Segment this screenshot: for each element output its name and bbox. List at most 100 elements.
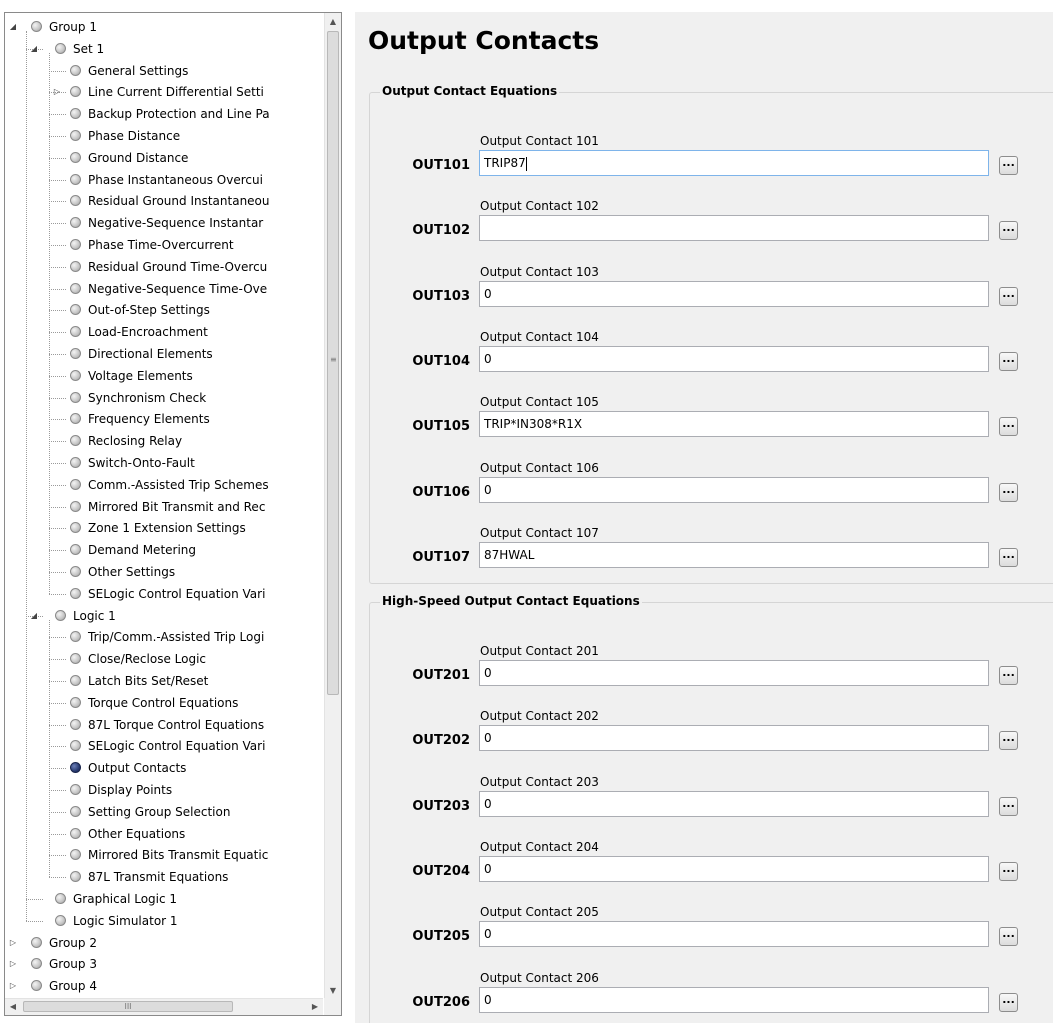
tree-node[interactable]: Negative-Sequence Instantar bbox=[70, 212, 305, 234]
browse-button[interactable]: ... bbox=[999, 796, 1018, 816]
tree-node[interactable]: Zone 1 Extension Settings bbox=[70, 517, 305, 539]
expand-triangle-icon[interactable]: ▷ bbox=[8, 975, 18, 997]
tree-node[interactable]: Ground Distance bbox=[70, 147, 305, 169]
browse-button[interactable]: ... bbox=[999, 927, 1018, 947]
tree-node[interactable]: Load-Encroachment bbox=[70, 321, 305, 343]
tree-node[interactable]: Residual Ground Time-Overcu bbox=[70, 256, 305, 278]
tree-connector bbox=[49, 157, 66, 159]
browse-button[interactable]: ... bbox=[999, 351, 1018, 371]
horizontal-scroll-thumb[interactable]: III bbox=[23, 1001, 233, 1012]
equation-input[interactable]: TRIP*IN308*R1X bbox=[479, 411, 989, 438]
browse-button[interactable]: ... bbox=[999, 286, 1018, 306]
equation-input[interactable]: 0 bbox=[479, 660, 989, 686]
browse-button[interactable]: ... bbox=[999, 731, 1018, 751]
collapse-triangle-icon[interactable]: ◢ bbox=[29, 605, 39, 627]
collapse-triangle-icon[interactable]: ◢ bbox=[8, 16, 18, 38]
equation-input[interactable]: 0 bbox=[479, 790, 989, 817]
scroll-up-arrow-icon[interactable]: ▲ bbox=[325, 13, 341, 30]
tree-node[interactable]: SELogic Control Equation Vari bbox=[70, 583, 305, 605]
tree-node[interactable]: Group 2 bbox=[31, 932, 305, 954]
tree-node[interactable]: Graphical Logic 1 bbox=[55, 888, 305, 910]
scroll-right-arrow-icon[interactable]: ▶ bbox=[307, 999, 323, 1015]
tree-node[interactable]: General Settings bbox=[70, 60, 305, 82]
node-icon bbox=[70, 784, 81, 795]
tree-node[interactable]: Close/Reclose Logic bbox=[70, 648, 305, 670]
tree-node[interactable]: Reclosing Relay bbox=[70, 430, 305, 452]
tree-node[interactable]: Group 1 bbox=[31, 16, 305, 38]
expand-triangle-icon[interactable]: ▷ bbox=[52, 81, 62, 103]
expand-triangle-icon[interactable]: ▷ bbox=[8, 953, 18, 975]
tree-node-label: Zone 1 Extension Settings bbox=[88, 521, 246, 536]
tree-node[interactable]: Directional Elements bbox=[70, 343, 305, 365]
tree-node[interactable]: Line Current Differential Setti bbox=[70, 81, 305, 103]
tree-node[interactable]: Demand Metering bbox=[70, 539, 305, 561]
equation-input[interactable]: 0 bbox=[479, 280, 989, 307]
tree-node[interactable]: Torque Control Equations bbox=[70, 692, 305, 714]
browse-button[interactable]: ... bbox=[999, 992, 1018, 1012]
node-icon bbox=[70, 86, 81, 98]
tree-node[interactable]: Display Points bbox=[70, 779, 305, 801]
tree-node-label: Demand Metering bbox=[88, 543, 197, 558]
tree-node[interactable]: Latch Bits Set/Reset bbox=[70, 670, 305, 692]
node-icon bbox=[55, 914, 66, 926]
browse-button[interactable]: ... bbox=[999, 666, 1018, 685]
tree-connector bbox=[49, 70, 66, 72]
tree-node[interactable]: Backup Protection and Line Pa bbox=[70, 103, 305, 125]
equation-input[interactable]: 0 bbox=[479, 476, 989, 503]
tree-node[interactable]: Comm.-Assisted Trip Schemes bbox=[70, 474, 305, 496]
equation-input[interactable] bbox=[479, 215, 989, 242]
field-caption: Output Contact 204 bbox=[480, 839, 599, 854]
tree-node[interactable]: Logic Simulator 1 bbox=[55, 910, 305, 932]
tree-node[interactable]: Mirrored Bit Transmit and Rec bbox=[70, 496, 305, 518]
tree-node[interactable]: Frequency Elements bbox=[70, 408, 305, 430]
browse-button[interactable]: ... bbox=[999, 861, 1018, 881]
browse-button[interactable]: ... bbox=[999, 547, 1018, 567]
vertical-scroll-thumb[interactable]: ≡ bbox=[327, 31, 339, 695]
tree-node[interactable]: Setting Group Selection bbox=[70, 801, 305, 823]
browse-button[interactable]: ... bbox=[999, 221, 1018, 241]
tree-node[interactable]: Other Settings bbox=[70, 561, 305, 583]
scroll-down-arrow-icon[interactable]: ▼ bbox=[325, 982, 341, 999]
equation-input[interactable]: 0 bbox=[479, 725, 989, 752]
tree-node[interactable]: Mirrored Bits Transmit Equatic bbox=[70, 844, 305, 866]
equation-input[interactable]: 87HWAL bbox=[479, 541, 989, 568]
equation-input[interactable]: TRIP87 bbox=[479, 150, 989, 176]
tree-node-label: Voltage Elements bbox=[88, 368, 193, 383]
browse-button[interactable]: ... bbox=[999, 482, 1018, 502]
equation-input[interactable]: 0 bbox=[479, 921, 989, 948]
node-icon bbox=[70, 500, 81, 512]
equation-input[interactable]: 0 bbox=[479, 345, 989, 372]
equation-input[interactable]: 0 bbox=[479, 855, 989, 882]
tree-horizontal-scrollbar[interactable]: ◀ III ▶ bbox=[5, 998, 323, 1015]
tree-node-label: Latch Bits Set/Reset bbox=[88, 674, 209, 688]
tree-node[interactable]: Group 4 bbox=[31, 975, 305, 997]
tree-node[interactable]: Out-of-Step Settings bbox=[70, 299, 305, 321]
group-title: Output Contact Equations bbox=[380, 84, 560, 98]
tree-node[interactable]: Trip/Comm.-Assisted Trip Logi bbox=[70, 626, 305, 648]
tree-node[interactable]: Phase Distance bbox=[70, 125, 305, 147]
tree-node[interactable]: Phase Instantaneous Overcui bbox=[70, 169, 305, 191]
tree-node[interactable]: Other Equations bbox=[70, 823, 305, 845]
browse-button[interactable]: ... bbox=[999, 156, 1018, 175]
tree-node[interactable]: Set 1 bbox=[55, 38, 305, 60]
tree-node[interactable]: Group 3 bbox=[31, 953, 305, 975]
tree-node[interactable]: Voltage Elements bbox=[70, 365, 305, 387]
tree-node[interactable]: Logic 1 bbox=[55, 605, 305, 627]
collapse-triangle-icon[interactable]: ◢ bbox=[29, 38, 39, 60]
expand-triangle-icon[interactable]: ▷ bbox=[8, 932, 18, 954]
tree-node[interactable]: Synchronism Check bbox=[70, 387, 305, 409]
tree-node[interactable]: Phase Time-Overcurrent bbox=[70, 234, 305, 256]
scroll-left-arrow-icon[interactable]: ◀ bbox=[5, 999, 21, 1015]
equation-input[interactable]: 0 bbox=[479, 986, 989, 1013]
browse-button[interactable]: ... bbox=[999, 417, 1018, 437]
output-contact-row: Output Contact 204 OUT204 0... bbox=[370, 840, 1053, 900]
tree-node[interactable]: 87L Transmit Equations bbox=[70, 866, 305, 888]
tree-node[interactable]: SELogic Control Equation Vari bbox=[70, 735, 305, 757]
tree-node[interactable]: Negative-Sequence Time-Ove bbox=[70, 278, 305, 300]
tree-node[interactable]: Switch-Onto-Fault bbox=[70, 452, 305, 474]
tree-vertical-scrollbar[interactable]: ▲ ≡ ▼ bbox=[324, 13, 341, 999]
tree-node[interactable]: Output Contacts bbox=[70, 757, 305, 779]
node-icon bbox=[70, 566, 81, 577]
tree-node[interactable]: 87L Torque Control Equations bbox=[70, 714, 305, 736]
tree-node[interactable]: Residual Ground Instantaneou bbox=[70, 190, 305, 212]
